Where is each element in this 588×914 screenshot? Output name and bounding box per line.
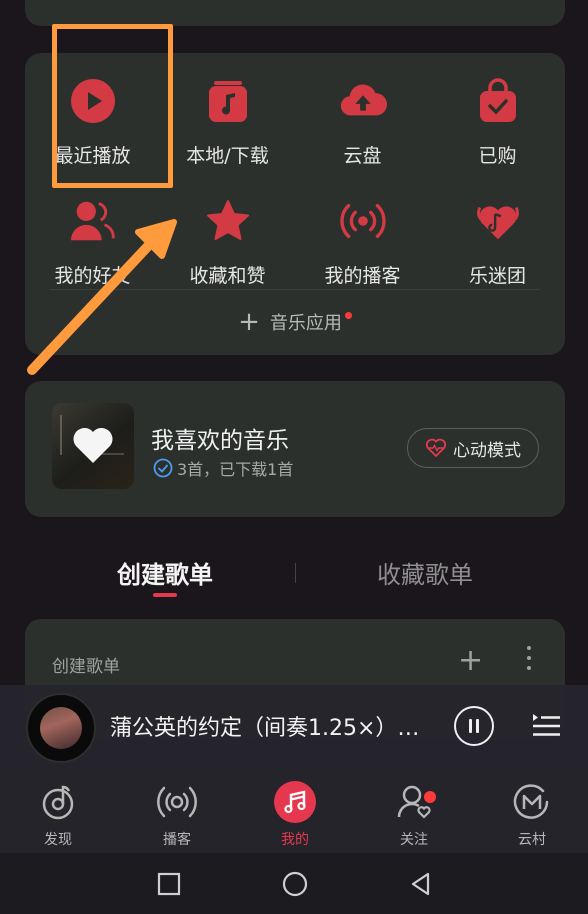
tab-label: 我的 <box>281 832 309 848</box>
recent-apps-icon[interactable] <box>156 871 182 897</box>
heart-icon <box>73 427 113 463</box>
add-music-app-label: 音乐应用 <box>269 313 342 334</box>
tab-follow[interactable]: 关注 <box>374 781 454 849</box>
notification-dot <box>344 311 352 319</box>
discover-icon <box>37 781 79 823</box>
divider <box>50 289 540 290</box>
grid-item-label: 我的播客 <box>324 265 401 287</box>
tab-podcast[interactable]: 播客 <box>137 781 217 849</box>
pause-button[interactable] <box>454 706 494 746</box>
tab-created-playlists[interactable]: 创建歌单 <box>117 555 213 590</box>
album-disc[interactable] <box>26 693 96 763</box>
plus-icon: + <box>238 307 260 337</box>
liked-music-count: 3首，已下载1首 <box>177 460 294 479</box>
tab-label: 播客 <box>163 832 191 848</box>
notification-badge <box>424 791 436 803</box>
star-icon <box>204 197 252 245</box>
heart-mode-button[interactable]: 心动模式 <box>407 428 539 468</box>
playlist-queue-icon[interactable] <box>530 708 562 740</box>
grid-item-label: 收藏和赞 <box>189 265 266 287</box>
shopping-bag-check-icon <box>474 77 522 125</box>
heart-mode-label: 心动模式 <box>453 440 521 461</box>
friends-icon <box>69 197 117 245</box>
tab-discover[interactable]: 发现 <box>18 781 98 849</box>
liked-music-title: 我喜欢的音乐 <box>151 428 289 454</box>
cloud-village-icon <box>511 781 553 823</box>
grid-item-my-podcast[interactable]: 我的播客 <box>295 197 430 289</box>
quick-access-grid: 最近播放 本地/下载 云盘 已购 我的好友 收藏和赞 我的播客 乐迷团 <box>25 77 565 289</box>
grid-item-cloud-disk[interactable]: 云盘 <box>295 77 430 169</box>
grid-item-label: 云盘 <box>343 145 382 167</box>
tab-label: 云村 <box>518 832 546 848</box>
system-navigation-bar <box>0 853 588 914</box>
play-circle-icon <box>69 77 117 125</box>
grid-item-label: 我的好友 <box>54 265 131 287</box>
pause-icon-bar <box>469 719 472 733</box>
grid-item-recent-play[interactable]: 最近播放 <box>25 77 160 169</box>
grid-item-friends[interactable]: 我的好友 <box>25 197 160 289</box>
add-music-app-button[interactable]: + 音乐应用 <box>25 309 565 335</box>
grid-item-fan-group[interactable]: 乐迷团 <box>430 197 565 289</box>
bottom-tab-bar: 发现 播客 我的 关注 云村 <box>0 767 588 853</box>
music-notes-icon <box>274 781 316 823</box>
top-card-remnant <box>25 0 565 26</box>
playlist-tabs: 创建歌单 收藏歌单 <box>0 555 588 599</box>
mini-player[interactable]: 蒲公英的约定（间奏1.25×）… <box>0 685 588 767</box>
album-art <box>40 707 82 749</box>
heartbeat-icon <box>425 438 447 458</box>
tab-cloud-village[interactable]: 云村 <box>492 781 572 849</box>
grid-item-label: 最近播放 <box>54 145 131 167</box>
pause-icon-bar <box>476 719 479 733</box>
tab-collected-playlists[interactable]: 收藏歌单 <box>377 555 473 590</box>
grid-item-label: 乐迷团 <box>468 265 526 287</box>
downloaded-check-icon <box>153 458 173 478</box>
grid-item-label: 已购 <box>478 145 517 167</box>
tab-separator <box>295 563 296 583</box>
grid-item-favorites-likes[interactable]: 收藏和赞 <box>160 197 295 289</box>
home-icon[interactable] <box>282 871 308 897</box>
grid-item-purchased[interactable]: 已购 <box>430 77 565 169</box>
more-options-icon[interactable] <box>525 646 533 674</box>
fan-group-heart-icon <box>474 197 522 245</box>
now-playing-title: 蒲公英的约定（间奏1.25×）… <box>110 716 420 741</box>
back-icon[interactable] <box>408 871 434 897</box>
tab-label: 关注 <box>400 832 428 848</box>
broadcast-icon <box>339 197 387 245</box>
active-tab-indicator <box>153 593 177 597</box>
music-note-icon <box>204 77 252 125</box>
quick-access-card: 最近播放 本地/下载 云盘 已购 我的好友 收藏和赞 我的播客 乐迷团 + 音乐… <box>25 53 565 355</box>
tab-mine[interactable]: 我的 <box>255 781 335 849</box>
grid-item-local-download[interactable]: 本地/下载 <box>160 77 295 169</box>
liked-music-cover <box>52 403 134 489</box>
cloud-upload-icon <box>339 77 387 125</box>
grid-item-label: 本地/下载 <box>186 145 269 167</box>
podcast-icon <box>156 781 198 823</box>
liked-music-subtitle: 3首，已下载1首 <box>153 456 293 480</box>
tab-label: 发现 <box>44 832 72 848</box>
liked-music-card[interactable]: 我喜欢的音乐 3首，已下载1首 心动模式 <box>25 381 565 517</box>
created-playlists-title: 创建歌单 <box>52 657 120 677</box>
add-playlist-button[interactable]: + <box>458 643 483 678</box>
